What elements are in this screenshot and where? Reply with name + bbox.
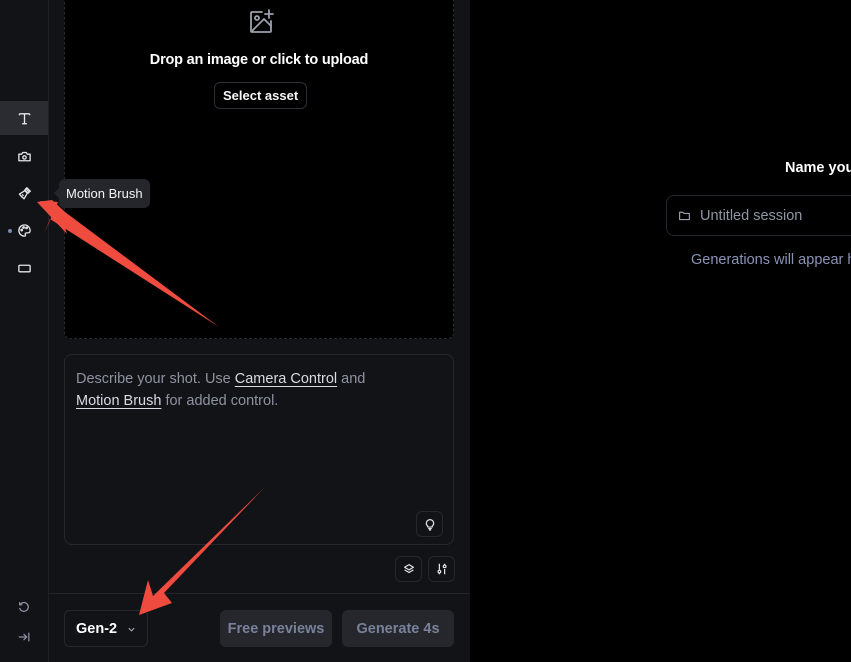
model-selector[interactable]: Gen-2 xyxy=(64,610,148,647)
select-asset-button[interactable]: Select asset xyxy=(214,82,308,109)
session-name-placeholder: Untitled session xyxy=(700,207,803,224)
motion-brush-tooltip: Motion Brush xyxy=(54,179,150,208)
reset-button[interactable] xyxy=(0,595,48,619)
placeholder-text: for added control. xyxy=(161,393,279,409)
footer-divider xyxy=(49,593,470,594)
placeholder-text: Describe your shot. Use xyxy=(76,371,235,387)
upload-instructions: Drop an image or click to upload xyxy=(149,52,369,68)
tool-rail xyxy=(0,0,49,662)
rail-motion-brush-button[interactable] xyxy=(0,176,48,210)
model-selector-value: Gen-2 xyxy=(76,620,118,637)
folder-icon xyxy=(679,211,690,221)
rail-aspect-ratio-button[interactable] xyxy=(0,251,48,285)
presets-button[interactable] xyxy=(395,556,422,582)
rail-camera-button[interactable] xyxy=(0,139,48,173)
rail-style-button[interactable] xyxy=(0,213,48,247)
text-icon xyxy=(18,112,30,124)
image-upload-dropzone[interactable]: Drop an image or click to upload Select … xyxy=(64,0,454,339)
sliders-icon xyxy=(436,563,447,575)
layers-icon xyxy=(403,564,414,574)
image-add-icon xyxy=(250,9,274,33)
app-root: Drop an image or click to upload Select … xyxy=(0,0,851,662)
prompt-textarea[interactable]: Describe your shot. Use Camera Control a… xyxy=(64,354,454,545)
prompt-ideas-button[interactable] xyxy=(416,511,443,537)
generate-button[interactable]: Generate 4s xyxy=(342,610,454,647)
rail-text-button[interactable] xyxy=(0,101,48,135)
chevron-down-icon xyxy=(128,627,135,632)
lightbulb-icon xyxy=(425,519,434,531)
free-previews-button[interactable]: Free previews xyxy=(220,610,332,647)
camera-control-link[interactable]: Camera Control xyxy=(235,371,337,387)
motion-brush-link[interactable]: Motion Brush xyxy=(76,393,161,409)
session-name-heading: Name you xyxy=(785,160,851,176)
reset-icon xyxy=(19,601,29,612)
palette-icon xyxy=(17,223,31,237)
generation-panel: Drop an image or click to upload Select … xyxy=(49,0,470,662)
settings-button[interactable] xyxy=(428,556,455,582)
brush-icon xyxy=(18,186,31,199)
generations-hint: Generations will appear h xyxy=(691,252,851,268)
prompt-placeholder: Describe your shot. Use Camera Control a… xyxy=(76,368,393,412)
rectangle-icon xyxy=(17,264,31,272)
collapse-right-icon xyxy=(18,632,30,642)
placeholder-text: and xyxy=(337,371,366,387)
session-name-input[interactable]: Untitled session xyxy=(666,195,851,236)
collapse-panel-button[interactable] xyxy=(0,625,48,649)
camera-icon xyxy=(17,151,31,161)
